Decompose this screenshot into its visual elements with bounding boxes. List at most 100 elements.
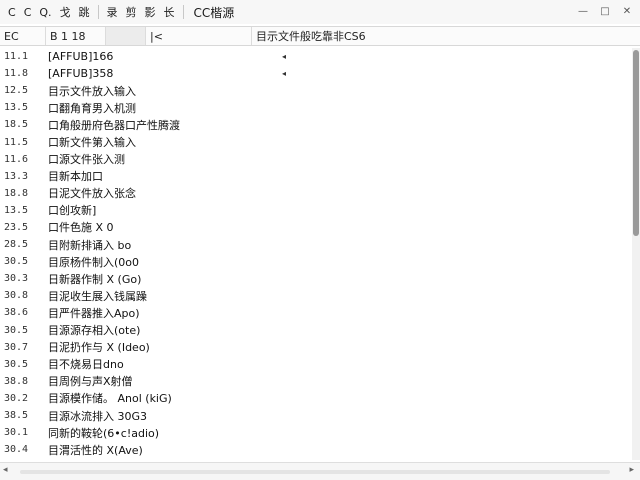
row-name: 目源源存相入(ote): [48, 324, 141, 338]
list-item[interactable]: 38.8 目周例与声X射僧: [0, 373, 630, 390]
menu-item-lu[interactable]: 录: [103, 2, 122, 22]
row-number: 38.5: [4, 410, 29, 422]
row-name: 目泥收生展入钱属躁: [48, 289, 147, 303]
row-name: 目示文件放入输入: [48, 84, 136, 98]
list-item[interactable]: 11.5 口新文件第入输入: [0, 133, 630, 150]
list-item[interactable]: 30.7 日泥扔作与 X (Ideo): [0, 339, 630, 356]
row-name: 目源模作储。 Anol (kiG): [48, 392, 172, 406]
row-number: 18.5: [4, 119, 29, 131]
list-item[interactable]: 13.3 目新本加口: [0, 168, 630, 185]
list-item[interactable]: 18.5 口角般册府色器口产性腾渡: [0, 116, 630, 133]
file-list: 11.1 [AFFUB]166 ◂ 11.8 [AFFUB]358 ◂ 12.5 目示文件…: [0, 48, 630, 460]
list-item[interactable]: 13.5 口创攻新]: [0, 202, 630, 219]
row-number: 30.3: [4, 273, 29, 285]
row-number: 11.6: [4, 153, 29, 165]
arrow-left-icon: ◂: [282, 52, 287, 62]
row-name: 日新器作制 X (Go): [48, 272, 142, 286]
vertical-scrollbar[interactable]: [632, 48, 640, 460]
row-name: 口件色施 X 0: [48, 221, 114, 235]
row-name: [AFFUB]166: [48, 50, 114, 64]
menu-item-c1[interactable]: C: [4, 2, 20, 22]
menu-item-chang[interactable]: 长: [160, 2, 179, 22]
list-item[interactable]: 30.4 目渭活性的 X(Ave): [0, 441, 630, 458]
list-item[interactable]: 11.8 [AFFUB]358 ◂: [0, 65, 630, 82]
row-name: 同新的鞍轮(6•c!adio): [48, 426, 160, 440]
row-name: 目附新排诵入 bo: [48, 238, 132, 252]
row-number: 23.5: [4, 221, 29, 233]
menu-item-ying[interactable]: 影: [141, 2, 160, 22]
column-header-nav[interactable]: |<: [146, 27, 252, 45]
list-item[interactable]: 30.2 目源模作储。 Anol (kiG): [0, 390, 630, 407]
row-number: 12.5: [4, 85, 29, 97]
row-number: 30.4: [4, 444, 29, 456]
row-number: 28.5: [4, 239, 29, 251]
menu-item-jian[interactable]: 剪: [122, 2, 141, 22]
row-number: 30.2: [4, 392, 29, 404]
row-number: 30.7: [4, 341, 29, 353]
row-number: 30.5: [4, 324, 29, 336]
scrollbar-thumb[interactable]: [633, 50, 639, 236]
list-item[interactable]: 18.8 日泥文件放入张念: [0, 185, 630, 202]
horizontal-scrollbar[interactable]: ◂ ▸: [0, 462, 640, 480]
row-name: 目新本加口: [48, 170, 103, 184]
list-item[interactable]: 11.6 口源文件张入测: [0, 151, 630, 168]
row-number: 11.5: [4, 136, 29, 148]
row-name: 目原杨件制入(0o0: [48, 255, 140, 269]
row-name: 日泥文件放入张念: [48, 187, 136, 201]
row-number: 13.3: [4, 170, 29, 182]
column-header-title[interactable]: 目示文件般吃靠非CS6: [252, 27, 640, 45]
list-item[interactable]: 30.5 目不烧易日dno: [0, 356, 630, 373]
row-name: 目源冰流排入 30G3: [48, 409, 148, 423]
toolbar: C C Q. 戈 跳 录 剪 影 长 CC楷源 — □ ✕: [0, 0, 640, 24]
search-menu-item[interactable]: Q.: [35, 2, 55, 22]
row-number: 38.8: [4, 375, 29, 387]
minimize-icon[interactable]: —: [576, 4, 590, 18]
row-name: 口创攻新]: [48, 204, 97, 218]
row-name: 日泥扔作与 X (Ideo): [48, 341, 150, 355]
list-item[interactable]: 38.5 目源冰流排入 30G3: [0, 407, 630, 424]
list-item[interactable]: 13.5 口翻角育男入机测: [0, 99, 630, 116]
row-number: 30.5: [4, 256, 29, 268]
row-number: 30.1: [4, 427, 29, 439]
row-name: 口源文件张入测: [48, 153, 125, 167]
row-number: 30.8: [4, 290, 29, 302]
column-header-blank[interactable]: [106, 27, 146, 45]
list-item[interactable]: 30.5 目原杨件制入(0o0: [0, 253, 630, 270]
row-name: [AFFUB]358: [48, 67, 114, 81]
menu-item-c2[interactable]: C: [20, 2, 36, 22]
list-item[interactable]: 30.1 同新的鞍轮(6•c!adio): [0, 424, 630, 441]
list-item[interactable]: 30.5 目源源存相入(ote): [0, 322, 630, 339]
row-number: 18.8: [4, 187, 29, 199]
row-name: 口新文件第入输入: [48, 136, 136, 150]
menu-item-tiao[interactable]: 跳: [75, 2, 94, 22]
row-name: 口翻角育男入机测: [48, 101, 136, 115]
toolbar-divider: [97, 5, 99, 19]
list-item[interactable]: 11.1 [AFFUB]166 ◂: [0, 48, 630, 65]
row-name: 目周例与声X射僧: [48, 375, 133, 389]
column-header-b[interactable]: B 1 18: [46, 27, 106, 45]
column-header-row: EC B 1 18 |< 目示文件般吃靠非CS6: [0, 26, 640, 46]
row-name: 目渭活性的 X(Ave): [48, 443, 143, 457]
list-item[interactable]: 23.5 口件色施 X 0: [0, 219, 630, 236]
arrow-left-icon: ◂: [282, 69, 287, 79]
maximize-icon[interactable]: □: [598, 4, 612, 18]
list-item[interactable]: 28.5 目附新排诵入 bo: [0, 236, 630, 253]
row-name: 口角般册府色器口产性腾渡: [48, 118, 180, 132]
scroll-left-icon[interactable]: ◂: [3, 465, 8, 475]
scroll-right-icon[interactable]: ▸: [629, 465, 634, 475]
row-number: 13.5: [4, 204, 29, 216]
list-item[interactable]: 38.6 目严件器推入Apo): [0, 304, 630, 321]
column-header-ec[interactable]: EC: [0, 27, 46, 45]
menu-item-ge[interactable]: 戈: [56, 2, 75, 22]
horizontal-scroll-track[interactable]: [20, 470, 610, 474]
row-number: 13.5: [4, 102, 29, 114]
row-number: 11.1: [4, 51, 29, 63]
row-number: 38.6: [4, 307, 29, 319]
list-item[interactable]: 30.3 日新器作制 X (Go): [0, 270, 630, 287]
close-icon[interactable]: ✕: [620, 4, 634, 18]
list-item[interactable]: 12.5 目示文件放入输入: [0, 82, 630, 99]
row-number: 11.8: [4, 68, 29, 80]
row-name: 目不烧易日dno: [48, 358, 124, 372]
list-item[interactable]: 30.8 目泥收生展入钱属躁: [0, 287, 630, 304]
row-number: 30.5: [4, 358, 29, 370]
